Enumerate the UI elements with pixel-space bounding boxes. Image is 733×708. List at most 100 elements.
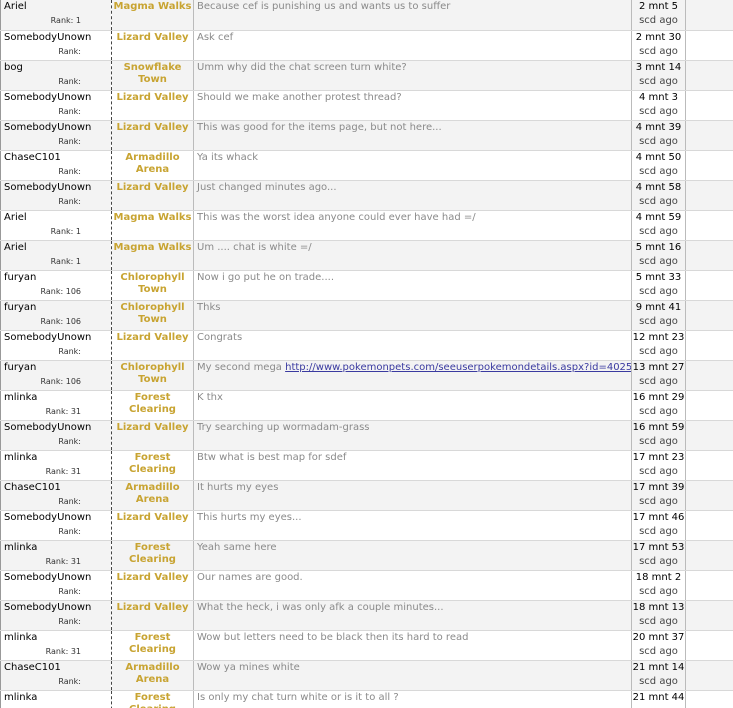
username[interactable]: SomebodyUnown (2, 601, 111, 616)
user-cell: mlinka Rank: 31 (0, 540, 112, 571)
message-text: Just changed minutes ago... (194, 181, 631, 193)
username[interactable]: furyan (2, 301, 111, 316)
timestamp: 20 mnt 37 scd ago (632, 631, 685, 659)
map-name: Forest Clearing (129, 451, 176, 475)
username[interactable]: Ariel (2, 241, 111, 256)
message-body: Btw what is best map for sdef (197, 451, 347, 463)
message-text: Now i go put he on trade.... (194, 271, 631, 283)
username[interactable]: mlinka (2, 451, 111, 466)
map-name: Forest Clearing (129, 391, 176, 415)
map-cell: Chlorophyll Town (111, 270, 194, 301)
chat-row: Ariel Rank: 1 Magma Walks Because cef is pu… (0, 0, 733, 31)
message-link[interactable]: http://www.pokemonpets.com/seeuserpokemo… (285, 362, 630, 373)
user-cell: SomebodyUnown Rank: (0, 180, 112, 211)
spacer-cell (685, 120, 733, 151)
map-cell: Lizard Valley (111, 330, 194, 361)
message-body: Ya its whack (197, 151, 259, 163)
message-cell: Try searching up wormadam-grass (193, 420, 632, 451)
message-cell: Just changed minutes ago... (193, 180, 632, 211)
chat-row: ChaseC101 Rank: Armadillo Arena Ya its whac… (0, 150, 733, 181)
timestamp: 17 mnt 23 scd ago (632, 451, 685, 479)
user-rank: Rank: (58, 196, 81, 206)
message-text: Should we make another protest thread? (194, 91, 631, 103)
time-cell: 4 mnt 50 scd ago (631, 150, 686, 181)
user-cell: bog Rank: (0, 60, 112, 91)
message-body: Um .... chat is white =/ (197, 241, 312, 253)
user-rank: Rank: 1 (50, 226, 81, 236)
chat-row: mlinka Rank: 31 Forest Clearing K thx 16 mnt… (0, 390, 733, 421)
username[interactable]: SomebodyUnown (2, 421, 111, 436)
time-cell: 5 mnt 33 scd ago (631, 270, 686, 301)
spacer-cell (685, 660, 733, 691)
timestamp: 4 mnt 50 scd ago (632, 151, 685, 179)
message-body: What the heck, i was only afk a couple m… (197, 601, 444, 613)
map-name: Armadillo Arena (125, 481, 180, 505)
time-suffix: scd ago (639, 285, 678, 297)
time-cell: 17 mnt 23 scd ago (631, 450, 686, 481)
username[interactable]: mlinka (2, 691, 111, 706)
chat-rows: Ariel Rank: 1 Magma Walks Because cef is pu… (0, 0, 733, 708)
username[interactable]: SomebodyUnown (2, 511, 111, 526)
time-suffix: scd ago (639, 255, 678, 267)
time-value: 17 mnt 23 (632, 451, 685, 463)
user-cell: SomebodyUnown Rank: (0, 420, 112, 451)
map-name: Magma Walks (113, 1, 192, 12)
chat-row: SomebodyUnown Rank: Lizard Valley What the … (0, 600, 733, 631)
time-cell: 16 mnt 59 scd ago (631, 420, 686, 451)
timestamp: 2 mnt 30 scd ago (632, 31, 685, 59)
username[interactable]: SomebodyUnown (2, 181, 111, 196)
timestamp: 17 mnt 53 scd ago (632, 541, 685, 569)
message-text: Thks (194, 301, 631, 313)
username[interactable]: SomebodyUnown (2, 331, 111, 346)
username[interactable]: SomebodyUnown (2, 571, 111, 586)
username[interactable]: SomebodyUnown (2, 31, 111, 46)
username[interactable]: ChaseC101 (2, 151, 111, 166)
user-rank: Rank: (58, 346, 81, 356)
user-rank: Rank: 106 (40, 286, 82, 296)
chat-row: furyan Rank: 106 Chlorophyll Town My second… (0, 360, 733, 391)
time-value: 18 mnt 2 (635, 571, 682, 583)
time-suffix: scd ago (639, 105, 678, 117)
chat-row: bog Rank: Snowflake Town Umm why did the ch… (0, 60, 733, 91)
username[interactable]: Ariel (2, 0, 111, 15)
username[interactable]: mlinka (2, 541, 111, 556)
message-text: My second mega http://www.pokemonpets.co… (194, 361, 631, 373)
timestamp: 17 mnt 46 scd ago (632, 511, 685, 539)
time-cell: 18 mnt 13 scd ago (631, 600, 686, 631)
map-name: Forest Clearing (129, 691, 176, 708)
chat-row: SomebodyUnown Rank: Lizard Valley Just chan… (0, 180, 733, 211)
username[interactable]: ChaseC101 (2, 481, 111, 496)
username[interactable]: mlinka (2, 391, 111, 406)
time-suffix: scd ago (639, 645, 678, 657)
message-cell: This hurts my eyes... (193, 510, 632, 541)
map-name: Lizard Valley (116, 421, 189, 433)
timestamp: 4 mnt 39 scd ago (632, 121, 685, 149)
message-cell: What the heck, i was only afk a couple m… (193, 600, 632, 631)
message-body: This hurts my eyes... (197, 511, 302, 523)
username[interactable]: furyan (2, 271, 111, 286)
username[interactable]: furyan (2, 361, 111, 376)
username[interactable]: SomebodyUnown (2, 91, 111, 106)
map-cell: Magma Walks (111, 210, 194, 241)
chat-row: SomebodyUnown Rank: Lizard Valley This hurt… (0, 510, 733, 541)
map-cell: Forest Clearing (111, 390, 194, 421)
message-cell: My second mega http://www.pokemonpets.co… (193, 360, 632, 391)
map-name: Chlorophyll Town (120, 361, 185, 385)
username[interactable]: SomebodyUnown (2, 121, 111, 136)
time-value: 13 mnt 27 (632, 361, 685, 373)
user-cell: SomebodyUnown Rank: (0, 30, 112, 61)
message-text: Our names are good. (194, 571, 631, 583)
username[interactable]: ChaseC101 (2, 661, 111, 676)
map-name: Lizard Valley (116, 31, 189, 43)
username[interactable]: Ariel (2, 211, 111, 226)
spacer-cell (685, 630, 733, 661)
username[interactable]: bog (2, 61, 111, 76)
message-body: Our names are good. (197, 571, 303, 583)
user-cell: furyan Rank: 106 (0, 360, 112, 391)
map-cell: Lizard Valley (111, 420, 194, 451)
username[interactable]: mlinka (2, 631, 111, 646)
spacer-cell (685, 270, 733, 301)
message-text: Yeah same here (194, 541, 631, 553)
chat-row: Ariel Rank: 1 Magma Walks Um .... chat is w… (0, 240, 733, 271)
map-cell: Forest Clearing (111, 630, 194, 661)
